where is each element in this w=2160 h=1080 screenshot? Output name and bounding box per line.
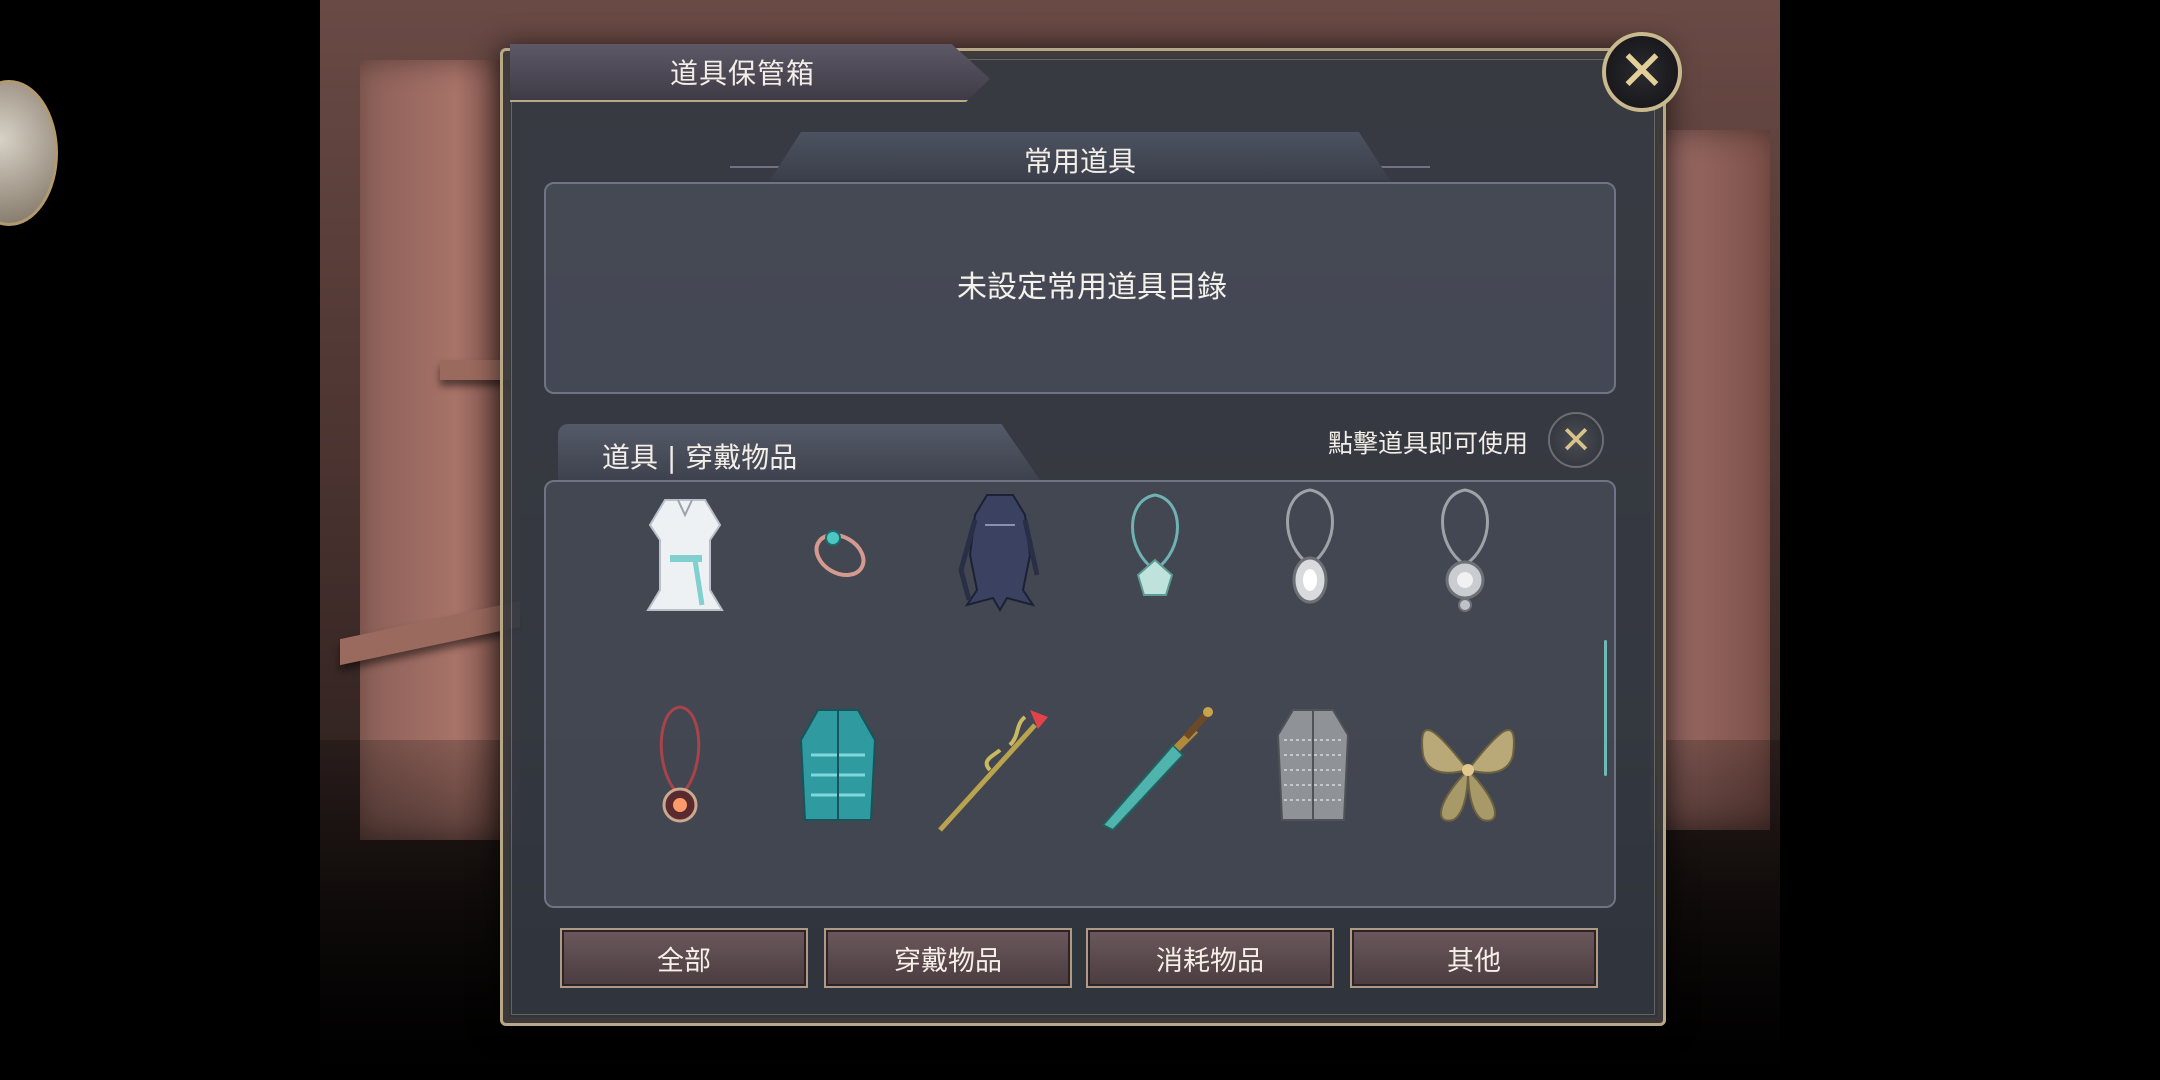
item-silver-medallion[interactable] <box>1390 480 1540 630</box>
item-silver-amulet[interactable] <box>1235 480 1385 630</box>
usage-hint: 點擊道具即可使用 <box>1328 429 1529 458</box>
favorites-empty-text: 未設定常用道具目錄 <box>957 270 1227 305</box>
filter-all-button[interactable]: 全部 <box>560 928 808 988</box>
inventory-scrollbar[interactable] <box>1604 640 1607 776</box>
crossed-swords-icon[interactable]: ✕ <box>1548 412 1604 468</box>
item-chain-mail[interactable] <box>1238 695 1388 845</box>
item-teal-feather-vest[interactable] <box>763 695 913 845</box>
item-white-robe[interactable] <box>610 480 760 630</box>
item-sun-pendant[interactable] <box>605 695 755 845</box>
filter-equipment-button[interactable]: 穿戴物品 <box>824 928 1072 988</box>
item-jade-sword[interactable] <box>1078 695 1228 845</box>
close-button[interactable]: ✕ <box>1602 32 1682 112</box>
item-teal-gem-ring[interactable] <box>765 480 915 630</box>
close-icon: ✕ <box>1618 39 1666 104</box>
filter-other-button[interactable]: 其他 <box>1350 928 1598 988</box>
filter-consumables-button[interactable]: 消耗物品 <box>1086 928 1334 988</box>
item-vine-staff[interactable] <box>920 695 1070 845</box>
right-wall <box>1650 130 1770 830</box>
item-crystal-pendant[interactable] <box>1080 480 1230 630</box>
favorites-title: 常用道具 <box>1023 145 1136 178</box>
window-title: 道具保管箱 <box>670 57 816 90</box>
item-leaf-wings[interactable] <box>1393 695 1543 845</box>
item-dark-armor[interactable] <box>925 480 1075 630</box>
inventory-tab-label: 道具 | 穿戴物品 <box>602 441 798 474</box>
